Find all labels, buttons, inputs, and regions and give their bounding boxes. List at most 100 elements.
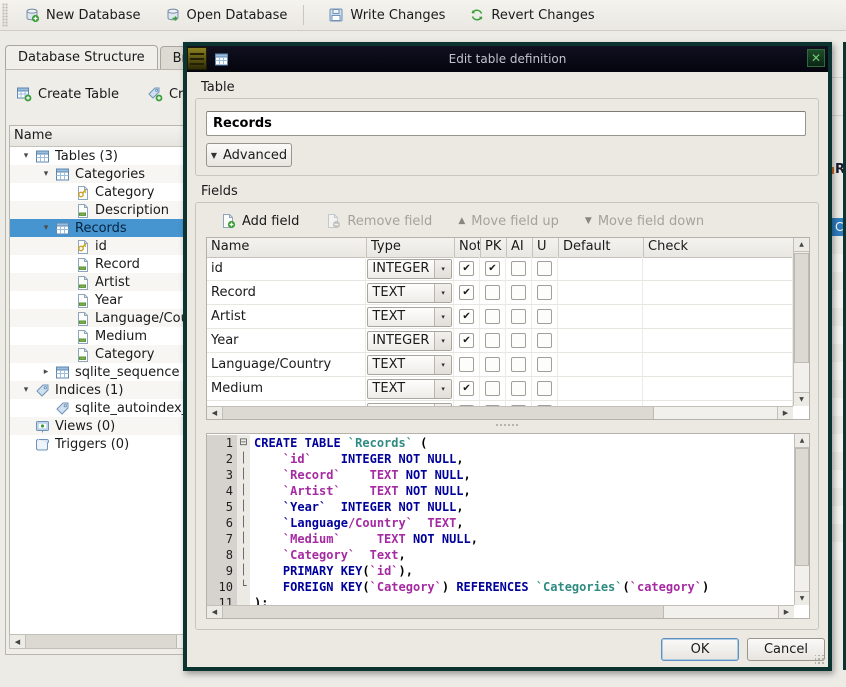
table-name-input[interactable] bbox=[206, 111, 806, 136]
default-cell[interactable] bbox=[558, 353, 643, 376]
splitter-handle[interactable] bbox=[196, 424, 818, 426]
close-icon[interactable]: ✕ bbox=[807, 49, 825, 67]
type-select[interactable]: TEXT▾ bbox=[367, 379, 452, 399]
check-cell[interactable] bbox=[643, 377, 793, 400]
column-header-not[interactable]: Not bbox=[455, 238, 481, 257]
field-name-cell[interactable]: Medium bbox=[207, 377, 366, 400]
sql-code[interactable]: ); bbox=[250, 595, 268, 605]
expander-expanded-icon[interactable]: ▾ bbox=[18, 151, 34, 161]
chevron-down-icon[interactable]: ▾ bbox=[434, 380, 451, 398]
primary-key-checkbox[interactable] bbox=[485, 309, 500, 324]
sql-code[interactable]: `Medium` TEXT NOT NULL, bbox=[250, 531, 478, 547]
sql-code[interactable]: `Artist` TEXT NOT NULL, bbox=[250, 483, 471, 499]
check-cell[interactable] bbox=[643, 305, 793, 328]
primary-key-checkbox[interactable] bbox=[485, 381, 500, 396]
fold-marker-icon[interactable]: ⊟ bbox=[237, 435, 250, 451]
revert-changes-button[interactable]: Revert Changes bbox=[461, 4, 602, 26]
new-database-button[interactable]: New Database bbox=[16, 4, 149, 26]
scroll-right-icon[interactable]: ▶ bbox=[778, 606, 794, 618]
sql-vertical-scrollbar[interactable]: ▲ ▼ bbox=[794, 434, 809, 605]
scrollbar-thumb[interactable] bbox=[26, 635, 177, 648]
grid-horizontal-scrollbar[interactable]: ◀ ▶ bbox=[207, 406, 793, 419]
primary-key-checkbox[interactable] bbox=[485, 333, 500, 348]
scrollbar-thumb[interactable] bbox=[223, 606, 664, 618]
primary-key-checkbox[interactable] bbox=[485, 357, 500, 372]
expander-collapsed-icon[interactable]: ▸ bbox=[38, 367, 54, 377]
check-cell[interactable] bbox=[643, 329, 793, 352]
column-header-pk[interactable]: PK bbox=[481, 238, 507, 257]
scroll-left-icon[interactable]: ◀ bbox=[207, 407, 223, 419]
primary-key-checkbox[interactable] bbox=[485, 285, 500, 300]
check-cell[interactable] bbox=[643, 281, 793, 304]
autoincrement-checkbox[interactable] bbox=[511, 285, 526, 300]
add-field-button[interactable]: Add field bbox=[214, 211, 305, 231]
column-header-type[interactable]: Type bbox=[367, 238, 455, 257]
tab-database-structure[interactable]: Database Structure bbox=[5, 45, 158, 70]
field-name-cell[interactable]: id bbox=[207, 257, 366, 280]
unique-checkbox[interactable] bbox=[537, 309, 552, 324]
grid-vertical-scrollbar[interactable]: ▲ ▼ bbox=[793, 238, 809, 406]
ok-button[interactable]: OK bbox=[661, 638, 739, 661]
primary-key-checkbox[interactable]: ✔ bbox=[485, 261, 500, 276]
not-null-checkbox[interactable] bbox=[459, 357, 474, 372]
column-header-name[interactable]: Name bbox=[207, 238, 367, 257]
not-null-checkbox[interactable]: ✔ bbox=[459, 309, 474, 324]
chevron-down-icon[interactable]: ▾ bbox=[434, 260, 451, 278]
field-name-cell[interactable]: Year bbox=[207, 329, 366, 352]
sql-code[interactable]: `Record` TEXT NOT NULL, bbox=[250, 467, 471, 483]
scroll-up-icon[interactable]: ▲ bbox=[795, 434, 809, 448]
sql-code[interactable]: `Category` Text, bbox=[250, 547, 406, 563]
scroll-left-icon[interactable]: ◀ bbox=[10, 635, 26, 648]
sql-code[interactable]: `id` INTEGER NOT NULL, bbox=[250, 451, 464, 467]
sql-code[interactable]: PRIMARY KEY(`id`), bbox=[250, 563, 413, 579]
field-name-cell[interactable]: Artist bbox=[207, 305, 366, 328]
cancel-button[interactable]: Cancel bbox=[747, 638, 825, 661]
sql-code[interactable]: `Language/Country` TEXT, bbox=[250, 515, 464, 531]
default-cell[interactable] bbox=[558, 329, 643, 352]
not-null-checkbox[interactable]: ✔ bbox=[459, 333, 474, 348]
chevron-down-icon[interactable]: ▾ bbox=[434, 356, 451, 374]
field-name-cell[interactable]: Record bbox=[207, 281, 366, 304]
scrollbar-thumb[interactable] bbox=[223, 407, 654, 419]
type-select[interactable]: TEXT▾ bbox=[367, 307, 452, 327]
autoincrement-checkbox[interactable] bbox=[511, 309, 526, 324]
field-name-cell[interactable]: Language/Country bbox=[207, 353, 366, 376]
unique-checkbox[interactable] bbox=[537, 285, 552, 300]
unique-checkbox[interactable] bbox=[537, 381, 552, 396]
unique-checkbox[interactable] bbox=[537, 357, 552, 372]
sql-code[interactable]: CREATE TABLE `Records` ( bbox=[250, 435, 427, 451]
check-cell[interactable] bbox=[643, 257, 793, 280]
scrollbar-thumb[interactable] bbox=[795, 448, 809, 566]
create-table-button[interactable]: Create Table bbox=[16, 86, 119, 102]
scroll-left-icon[interactable]: ◀ bbox=[207, 606, 223, 618]
default-cell[interactable] bbox=[558, 305, 643, 328]
scroll-down-icon[interactable]: ▼ bbox=[795, 591, 809, 605]
column-header-ai[interactable]: AI bbox=[507, 238, 533, 257]
autoincrement-checkbox[interactable] bbox=[511, 261, 526, 276]
sql-horizontal-scrollbar[interactable]: ◀ ▶ bbox=[207, 605, 794, 618]
scroll-right-icon[interactable]: ▶ bbox=[777, 407, 793, 419]
autoincrement-checkbox[interactable] bbox=[511, 357, 526, 372]
chevron-down-icon[interactable]: ▾ bbox=[434, 308, 451, 326]
default-cell[interactable] bbox=[558, 281, 643, 304]
type-select[interactable]: TEXT▾ bbox=[367, 283, 452, 303]
chevron-down-icon[interactable]: ▾ bbox=[434, 332, 451, 350]
default-cell[interactable] bbox=[558, 257, 643, 280]
expander-expanded-icon[interactable]: ▾ bbox=[38, 223, 54, 233]
dialog-titlebar[interactable]: Edit table definition ✕ bbox=[187, 46, 828, 72]
resize-grip[interactable] bbox=[815, 655, 825, 665]
write-changes-button[interactable]: Write Changes bbox=[320, 4, 453, 26]
not-null-checkbox[interactable]: ✔ bbox=[459, 261, 474, 276]
column-header-check[interactable]: Check bbox=[644, 238, 795, 257]
autoincrement-checkbox[interactable] bbox=[511, 381, 526, 396]
not-null-checkbox[interactable]: ✔ bbox=[459, 381, 474, 396]
sql-code[interactable]: FOREIGN KEY(`Category`) REFERENCES `Cate… bbox=[250, 579, 709, 595]
not-null-checkbox[interactable]: ✔ bbox=[459, 285, 474, 300]
autoincrement-checkbox[interactable] bbox=[511, 333, 526, 348]
advanced-button[interactable]: ▼ Advanced bbox=[206, 143, 292, 167]
unique-checkbox[interactable] bbox=[537, 261, 552, 276]
check-cell[interactable] bbox=[643, 353, 793, 376]
type-select[interactable]: INTEGER▾ bbox=[367, 259, 452, 279]
column-header-default[interactable]: Default bbox=[559, 238, 644, 257]
scrollbar-thumb[interactable] bbox=[794, 253, 809, 363]
